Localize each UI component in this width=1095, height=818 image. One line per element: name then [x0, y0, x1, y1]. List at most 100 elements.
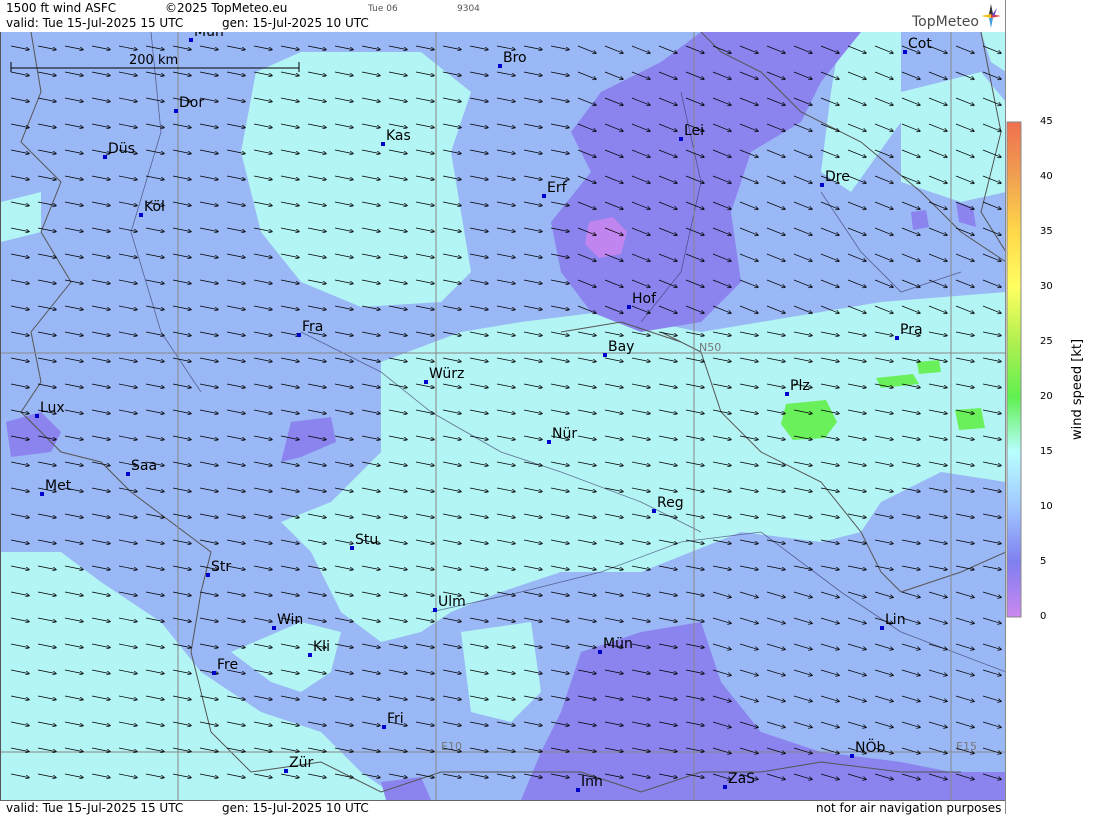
legend-tick-label: 5: [1040, 556, 1047, 567]
city-dot: [126, 472, 130, 476]
city-dot: [598, 650, 602, 654]
legend-tick-label: 35: [1040, 226, 1053, 237]
city-dot: [679, 137, 683, 141]
legend-tick-label: 45: [1040, 116, 1053, 127]
city-label: Bay: [608, 339, 634, 355]
compass-logo-icon: [981, 4, 1001, 28]
legend-tick-label: 30: [1040, 281, 1053, 292]
city-label: Str: [211, 559, 231, 575]
city-dot: [424, 380, 428, 384]
city-dot: [35, 414, 39, 418]
brand-name: TopMeteo: [912, 14, 979, 30]
city-label: Dre: [825, 169, 850, 185]
scale-bar-label: 200 km: [129, 53, 178, 68]
city-label: Erf: [547, 180, 568, 196]
city-label: Saa: [131, 458, 157, 474]
legend-band: [1007, 452, 1021, 507]
city-label: ZaS: [728, 771, 755, 787]
city-dot: [652, 509, 656, 513]
city-label: Nür: [552, 426, 577, 442]
city-dot: [272, 626, 276, 630]
city-dot: [576, 788, 580, 792]
header-bar: 1500 ft wind ASFC ©2025 TopMeteo.eu Tue …: [0, 0, 1005, 32]
legend-tick-label: 15: [1040, 446, 1053, 457]
city-label: Lin: [885, 612, 906, 628]
city-label: Ulm: [438, 594, 466, 610]
city-label: Reg: [657, 495, 684, 511]
city-label: NÖb: [855, 738, 885, 756]
city-dot: [498, 64, 502, 68]
legend-title: wind speed [kt]: [1070, 338, 1085, 440]
city-dot: [40, 492, 44, 496]
city-label: Zür: [289, 755, 313, 771]
footer-generated-time: gen: 15-Jul-2025 10 UTC: [222, 801, 369, 815]
city-label: Stu: [355, 532, 378, 548]
city-dot: [542, 194, 546, 198]
city-dot: [603, 353, 607, 357]
city-dot: [297, 333, 301, 337]
city-label: Würz: [429, 366, 464, 382]
city-dot: [189, 38, 193, 42]
legend-band: [1007, 232, 1021, 287]
legend-band: [1007, 562, 1021, 617]
city-dot: [308, 653, 312, 657]
legend-band: [1007, 287, 1021, 342]
city-dot: [820, 183, 824, 187]
city-dot: [350, 546, 354, 550]
city-dot: [206, 573, 210, 577]
city-label: Dor: [179, 95, 204, 111]
city-label: Hof: [632, 291, 657, 307]
product-title: 1500 ft wind ASFC: [6, 1, 117, 15]
city-dot: [103, 155, 107, 159]
city-label: Fre: [217, 657, 238, 673]
footer-bar: valid: Tue 15-Jul-2025 15 UTC gen: 15-Ju…: [0, 800, 1005, 815]
city-label: Mün: [603, 636, 633, 652]
valid-time: valid: Tue 15-Jul-2025 15 UTC: [6, 16, 184, 30]
city-dot: [547, 440, 551, 444]
map-canvas: N50 E10 E15 200 km MünBroCotDorKas LeiDüs…: [1, 32, 1006, 800]
city-dot: [174, 109, 178, 113]
disclaimer: not for air navigation purposes: [816, 801, 1002, 815]
id-code: 9304: [457, 4, 480, 14]
city-label: Fra: [302, 319, 323, 335]
legend-band: [1007, 397, 1021, 452]
city-label: Met: [45, 478, 72, 494]
legend-tick-label: 25: [1040, 336, 1053, 347]
city-label: Inn: [581, 774, 603, 790]
legend-tick-label: 0: [1040, 611, 1047, 622]
city-label: Pra: [900, 322, 923, 338]
generated-time: gen: 15-Jul-2025 10 UTC: [222, 16, 369, 30]
city-label: Kas: [386, 128, 411, 144]
city-label: Mün: [194, 32, 224, 40]
city-dot: [723, 785, 727, 789]
wind-map: N50 E10 E15 200 km Mün Bro Cot Dor Kas Lei Düs…: [0, 32, 1006, 800]
city-label: Kli: [313, 639, 330, 655]
city-dot: [139, 213, 143, 217]
legend-tick-label: 20: [1040, 391, 1053, 402]
legend-band: [1007, 122, 1021, 177]
city-dot: [880, 626, 884, 630]
city-dot: [433, 608, 437, 612]
city-label: Lei: [684, 123, 704, 139]
legend-band: [1007, 342, 1021, 397]
day-code: Tue 06: [368, 4, 398, 14]
city-label: Lux: [40, 400, 65, 416]
legend-tick-label: 40: [1040, 171, 1053, 182]
city-label: Win: [277, 612, 303, 628]
city-dot: [627, 305, 631, 309]
city-label: Düs: [108, 141, 135, 157]
city-dot: [895, 336, 899, 340]
city-label: Plz: [790, 378, 810, 394]
city-dot: [903, 50, 907, 54]
city-dot: [212, 671, 216, 675]
legend-tick-label: 10: [1040, 501, 1053, 512]
legend-band: [1007, 177, 1021, 232]
city-label: Bro: [503, 50, 527, 66]
city-dot: [850, 754, 854, 758]
city-label: Fri: [387, 711, 404, 727]
legend-band: [1007, 507, 1021, 562]
lat-label: N50: [699, 341, 721, 354]
copyright-label: ©2025 TopMeteo.eu: [165, 1, 288, 15]
city-dot: [381, 142, 385, 146]
city-dot: [284, 769, 288, 773]
